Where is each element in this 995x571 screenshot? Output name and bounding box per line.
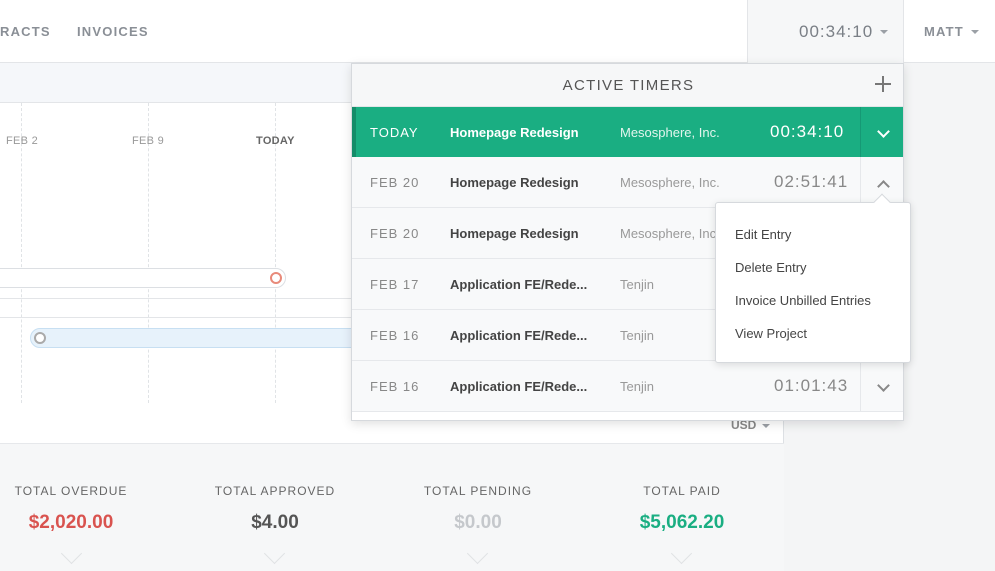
- timer-value: 00:34:10: [799, 22, 874, 41]
- nav-invoices[interactable]: INVOICES: [77, 24, 149, 39]
- nav-contracts[interactable]: RACTS: [0, 24, 51, 39]
- timer-date: FEB 16: [370, 328, 420, 343]
- total-amount: $2,020.00: [28, 512, 114, 533]
- total-pending[interactable]: TOTAL PENDING $0.00: [378, 484, 578, 534]
- total-approved[interactable]: TOTAL APPROVED $4.00: [175, 484, 375, 534]
- gridline: [148, 103, 149, 403]
- gridline: [275, 103, 276, 403]
- timer-client: Tenjin: [620, 379, 654, 394]
- caret-down-icon: [971, 30, 979, 34]
- timer-project: Application FE/Rede...: [450, 277, 588, 292]
- total-label: TOTAL OVERDUE: [14, 484, 128, 498]
- menu-delete-entry[interactable]: Delete Entry: [735, 260, 807, 275]
- user-menu[interactable]: MATT: [924, 24, 979, 39]
- timer-project: Homepage Redesign: [450, 226, 579, 241]
- total-label: TOTAL APPROVED: [214, 484, 336, 498]
- timer-client: Tenjin: [620, 277, 654, 292]
- timer-duration: 00:34:10: [770, 122, 845, 141]
- gridline: [21, 103, 22, 403]
- timer-date: FEB 16: [370, 379, 420, 394]
- timer-project: Application FE/Rede...: [450, 328, 588, 343]
- timeline-label: FEB 2: [6, 135, 39, 147]
- timer-client: Mesosphere, Inc.: [620, 175, 720, 190]
- panel-title: ACTIVE TIMERS: [562, 77, 695, 94]
- divider: [0, 317, 360, 318]
- timer-project: Homepage Redesign: [450, 125, 579, 140]
- timer-row[interactable]: FEB 16 Application FE/Rede... Tenjin 01:…: [352, 361, 903, 412]
- top-nav: RACTS INVOICES 00:34:10 MATT: [0, 0, 995, 63]
- chevron-down-icon[interactable]: [261, 552, 289, 562]
- chevron-down-icon[interactable]: [464, 552, 492, 562]
- totals-summary: TOTAL OVERDUE $2,020.00 TOTAL APPROVED $…: [0, 443, 784, 571]
- total-paid[interactable]: TOTAL PAID $5,062.20: [582, 484, 782, 534]
- timer-duration: 02:51:41: [774, 172, 849, 191]
- user-name: MATT: [924, 24, 964, 39]
- pending-marker-icon: [34, 332, 46, 344]
- timeline-label: FEB 9: [132, 135, 165, 147]
- menu-edit-entry[interactable]: Edit Entry: [735, 227, 791, 242]
- chevron-down-icon: [877, 125, 890, 138]
- timer-client: Mesosphere, Inc: [620, 226, 717, 241]
- timer-project: Application FE/Rede...: [450, 379, 588, 394]
- timer-date: FEB 20: [370, 226, 420, 241]
- caret-down-icon: [880, 30, 888, 34]
- total-overdue[interactable]: TOTAL OVERDUE $2,020.00: [0, 484, 171, 534]
- timer-duration: 01:01:43: [774, 376, 849, 395]
- total-label: TOTAL PENDING: [423, 484, 533, 498]
- timer-client: Tenjin: [620, 328, 654, 343]
- divider: [0, 298, 360, 299]
- menu-view-project[interactable]: View Project: [735, 326, 807, 341]
- menu-invoice-unbilled[interactable]: Invoice Unbilled Entries: [735, 293, 871, 308]
- panel-header: ACTIVE TIMERS: [352, 64, 903, 107]
- overdue-marker-icon: [270, 272, 282, 284]
- timer-date: FEB 17: [370, 277, 420, 292]
- timer-dropdown-toggle[interactable]: 00:34:10: [747, 0, 904, 63]
- total-amount: $4.00: [251, 512, 299, 533]
- timer-project: Homepage Redesign: [450, 175, 579, 190]
- caret-down-icon: [762, 423, 771, 428]
- timeline-label-today: TODAY: [256, 135, 295, 147]
- total-label: TOTAL PAID: [643, 484, 721, 498]
- timer-date: TODAY: [370, 125, 419, 140]
- timer-date: FEB 20: [370, 175, 420, 190]
- timeline-bar[interactable]: [0, 268, 286, 288]
- row-toggle[interactable]: [860, 361, 903, 412]
- timer-row-active[interactable]: TODAY Homepage Redesign Mesosphere, Inc.…: [352, 107, 903, 158]
- chevron-down-icon[interactable]: [58, 552, 86, 562]
- chevron-down-icon: [877, 379, 890, 392]
- timer-row[interactable]: FEB 20 Homepage Redesign Mesosphere, Inc…: [352, 157, 903, 208]
- chevron-up-icon: [877, 180, 890, 193]
- total-amount: $0.00: [454, 512, 502, 533]
- total-amount: $5,062.20: [639, 512, 725, 533]
- add-timer-icon[interactable]: [875, 76, 891, 92]
- row-toggle[interactable]: [860, 107, 903, 158]
- timeline-bar[interactable]: [30, 328, 370, 348]
- chevron-down-icon[interactable]: [668, 552, 696, 562]
- entry-context-menu: Edit Entry Delete Entry Invoice Unbilled…: [715, 202, 911, 363]
- timer-client: Mesosphere, Inc.: [620, 125, 720, 140]
